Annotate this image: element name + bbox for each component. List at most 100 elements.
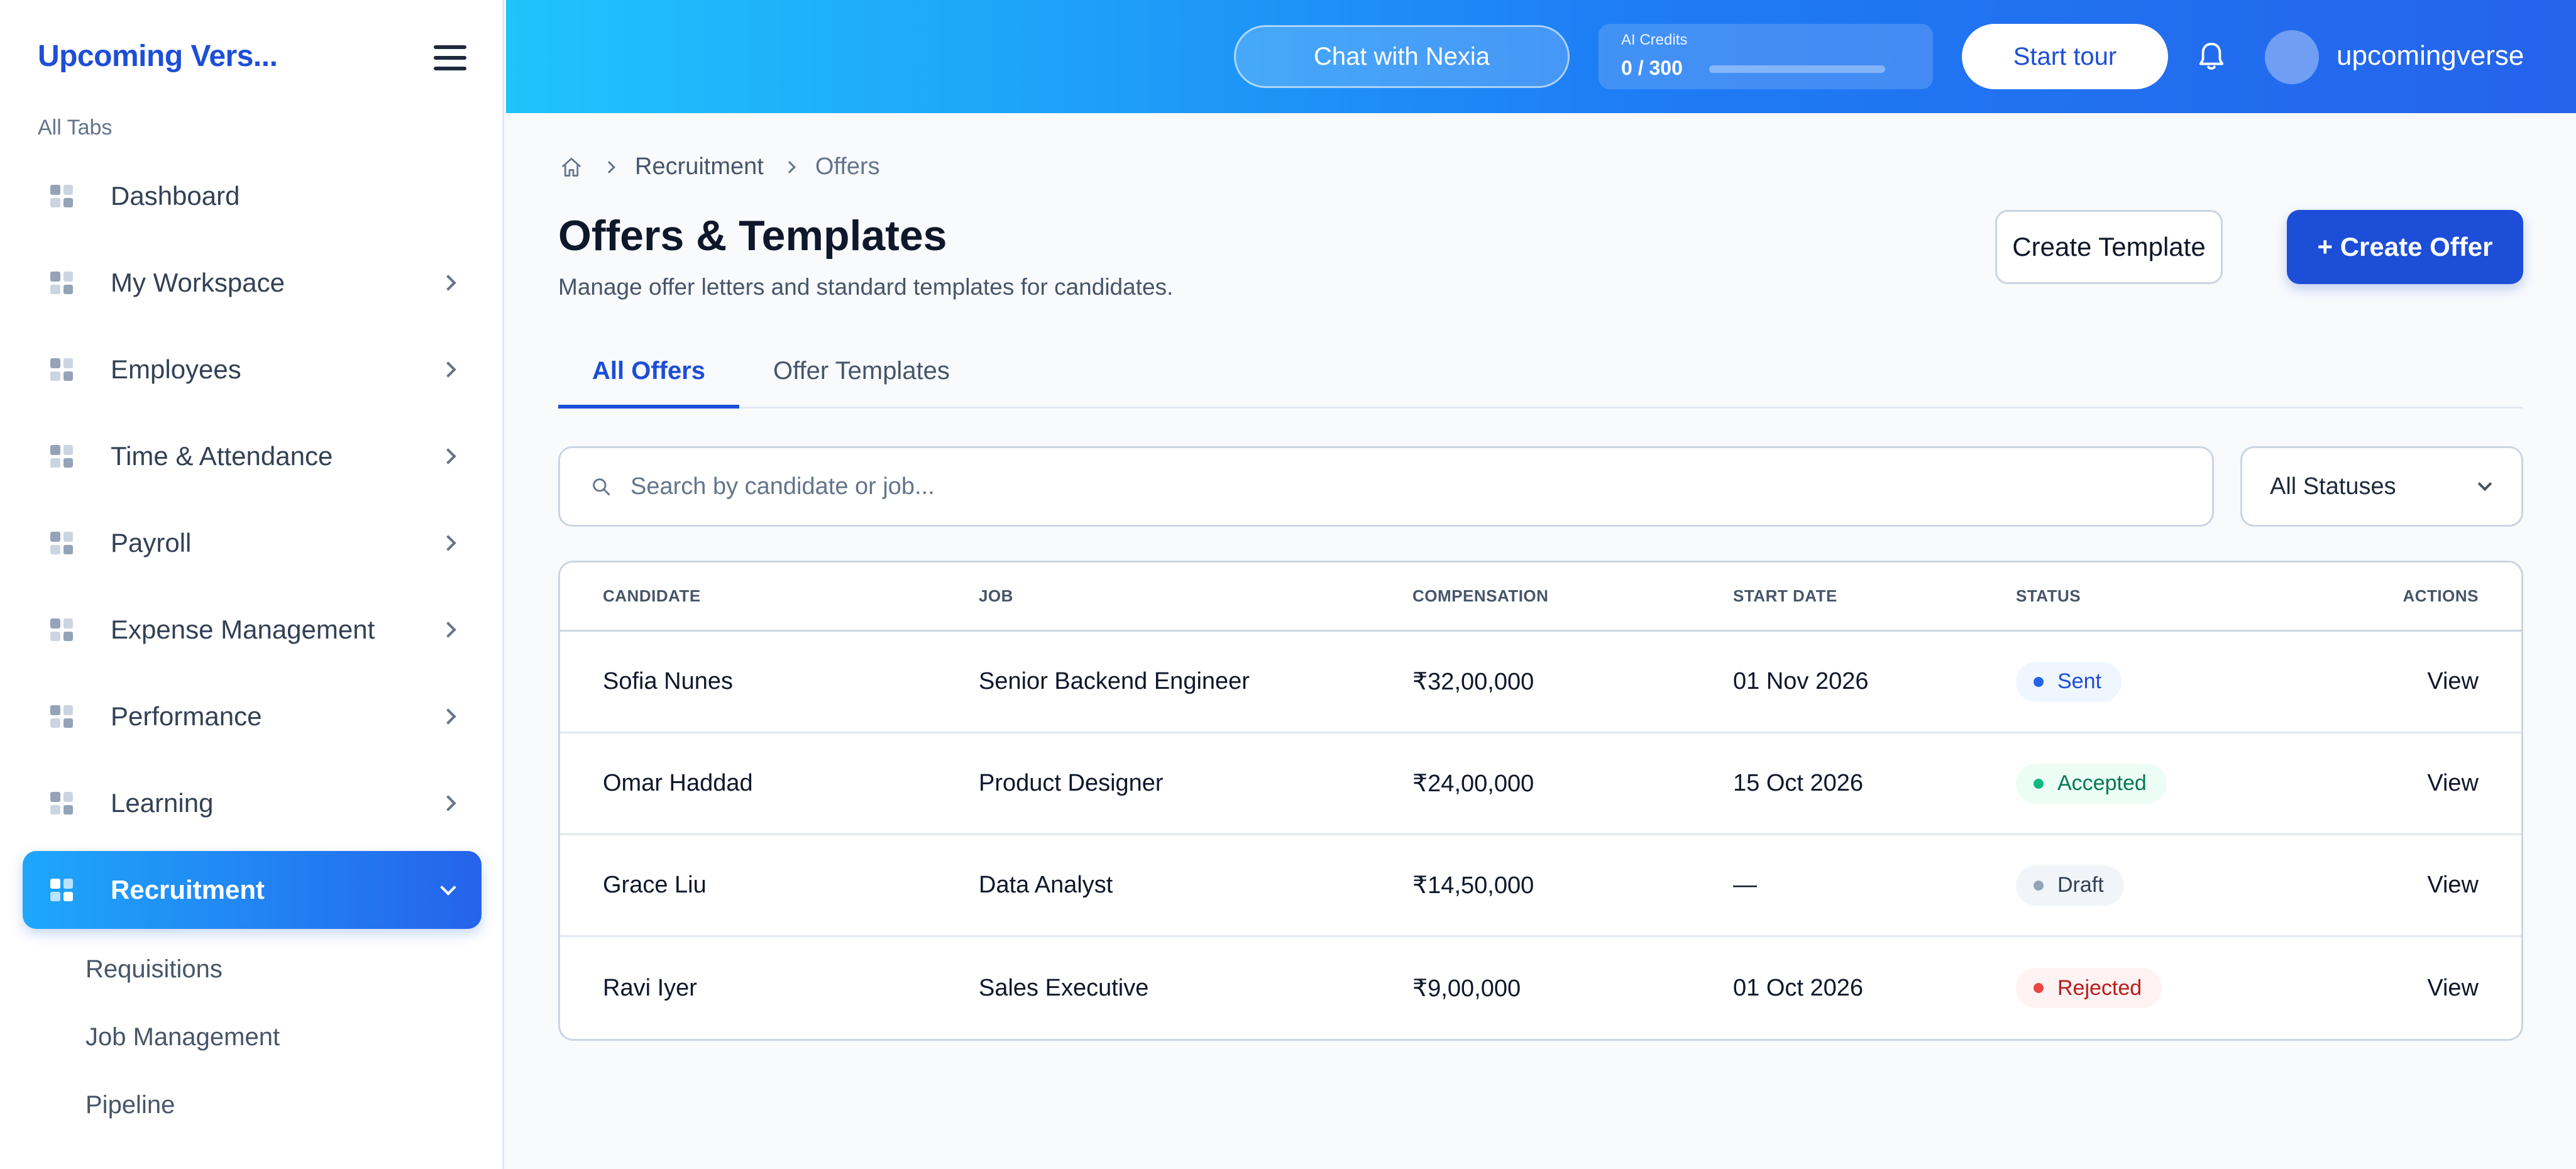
sidebar-item-time-attendance[interactable]: Time & Attendance (23, 417, 482, 495)
table-row[interactable]: Omar Haddad Product Designer ₹24,00,000 … (560, 733, 2521, 835)
status-dot (2034, 880, 2044, 891)
status-badge-label: Sent (2057, 669, 2101, 693)
hamburger-icon[interactable] (434, 45, 466, 70)
tab-bar: All Offers Offer Templates (558, 346, 2523, 409)
sidebar-item-employees[interactable]: Employees (23, 331, 482, 409)
start-date-cell: — (1733, 872, 1757, 898)
top-bar: Chat with Nexia AI Credits 0 / 300 Start… (506, 0, 2576, 113)
sidebar-item-label: Dashboard (111, 181, 240, 211)
table-row[interactable]: Ravi Iyer Sales Executive ₹9,00,000 01 O… (560, 937, 2521, 1039)
create-template-button[interactable]: Create Template (1995, 210, 2223, 284)
compensation-cell: ₹32,00,000 (1412, 669, 1534, 695)
grid-icon (50, 272, 73, 294)
chevron-down-icon (440, 879, 456, 896)
header-actions: ACTIONS (2403, 586, 2479, 605)
view-link[interactable]: View (2427, 770, 2479, 797)
compensation-cell: ₹14,50,000 (1412, 872, 1534, 899)
ai-credits-progress (1709, 65, 1885, 73)
sidebar-item-label: Employees (111, 354, 241, 384)
search-icon (593, 478, 610, 496)
grid-icon (50, 705, 73, 728)
sidebar-item-payroll[interactable]: Payroll (23, 504, 482, 582)
table-row[interactable]: Sofia Nunes Senior Backend Engineer ₹32,… (560, 632, 2521, 733)
status-badge: Sent (2016, 661, 2122, 702)
subnav-item-requisitions[interactable]: Requisitions (85, 948, 280, 1016)
brand-name[interactable]: Upcoming Vers... (38, 39, 278, 74)
compensation-cell: ₹24,00,000 (1412, 771, 1534, 797)
candidate-cell: Omar Haddad (603, 770, 753, 796)
grid-icon (50, 532, 73, 554)
chevron-right-icon (440, 535, 456, 551)
tab-all-offers[interactable]: All Offers (558, 346, 740, 409)
candidate-cell: Grace Liu (603, 872, 707, 898)
chevron-right-icon (440, 448, 456, 464)
sidebar-item-learning[interactable]: Learning (23, 764, 482, 842)
breadcrumb-offers: Offers (815, 153, 880, 180)
recruitment-subnav: Requisitions Job Management Pipeline (85, 948, 280, 1151)
bell-icon[interactable] (2197, 41, 2226, 73)
sidebar-item-label: Time & Attendance (111, 441, 333, 471)
search-box (558, 446, 2214, 527)
view-link[interactable]: View (2427, 872, 2479, 899)
table-header: CANDIDATE JOB COMPENSATION START DATE ST… (560, 563, 2521, 632)
ai-credits-label: AI Credits (1621, 31, 1688, 48)
start-tour-button[interactable]: Start tour (1962, 24, 2168, 89)
username[interactable]: upcomingverse (2337, 40, 2524, 72)
job-cell: Data Analyst (979, 872, 1113, 898)
grid-icon (50, 445, 73, 468)
header-candidate[interactable]: CANDIDATE (603, 586, 701, 606)
status-badge-label: Rejected (2057, 975, 2142, 1000)
header-status[interactable]: STATUS (2016, 586, 2081, 606)
breadcrumb: Recruitment Offers (559, 153, 880, 180)
subnav-item-job-management[interactable]: Job Management (85, 1016, 280, 1084)
chevron-right-icon (440, 275, 456, 291)
header-job[interactable]: JOB (979, 586, 1013, 606)
status-dot (2034, 983, 2044, 993)
status-cell: Sent (2016, 661, 2122, 702)
status-filter-select[interactable]: All Statuses (2240, 446, 2523, 527)
grid-icon (50, 879, 73, 901)
sidebar-item-recruitment[interactable]: Recruitment (23, 851, 482, 929)
compensation-cell: ₹9,00,000 (1412, 975, 1521, 1002)
create-offer-button[interactable]: + Create Offer (2287, 210, 2523, 284)
sidebar-item-label: Expense Management (111, 615, 375, 644)
sidebar-item-my-workspace[interactable]: My Workspace (23, 244, 482, 322)
chevron-right-icon (603, 160, 615, 173)
chevron-down-icon (2477, 476, 2492, 491)
breadcrumb-recruitment[interactable]: Recruitment (635, 153, 764, 180)
sidebar-item-performance[interactable]: Performance (23, 678, 482, 755)
status-badge: Rejected (2016, 968, 2162, 1008)
header-start-date[interactable]: START DATE (1733, 586, 1837, 606)
tab-offer-templates[interactable]: Offer Templates (739, 346, 984, 409)
chat-with-nexia-button[interactable]: Chat with Nexia (1234, 25, 1570, 88)
chevron-right-icon (440, 361, 456, 378)
sidebar-item-label: Learning (111, 788, 214, 818)
sidebar-item-label: Payroll (111, 528, 192, 557)
page-title: Offers & Templates (558, 212, 947, 260)
chevron-right-icon (783, 160, 796, 173)
status-cell: Draft (2016, 865, 2124, 906)
job-cell: Sales Executive (979, 974, 1149, 1001)
header-compensation[interactable]: COMPENSATION (1412, 586, 1548, 606)
view-link[interactable]: View (2427, 975, 2479, 1002)
start-date-cell: 01 Nov 2026 (1733, 668, 1869, 694)
sidebar-item-expense-management[interactable]: Expense Management (23, 591, 482, 669)
ai-credits-value: 0 / 300 (1621, 57, 1683, 79)
search-input[interactable] (630, 473, 2139, 500)
status-dot (2034, 676, 2044, 687)
home-icon[interactable] (559, 156, 583, 178)
subnav-item-pipeline[interactable]: Pipeline (85, 1084, 280, 1151)
sidebar-item-label: My Workspace (111, 268, 285, 297)
status-badge: Accepted (2016, 763, 2167, 804)
start-date-cell: 01 Oct 2026 (1733, 974, 1864, 1001)
grid-icon (50, 792, 73, 815)
grid-icon (50, 358, 73, 381)
sidebar-item-dashboard[interactable]: Dashboard (23, 157, 482, 235)
view-link[interactable]: View (2427, 668, 2479, 695)
avatar[interactable] (2265, 30, 2319, 84)
chevron-right-icon (440, 622, 456, 638)
chevron-right-icon (440, 708, 456, 725)
table-row[interactable]: Grace Liu Data Analyst ₹14,50,000 — Draf… (560, 835, 2521, 937)
status-filter-value: All Statuses (2270, 473, 2396, 500)
status-badge-label: Draft (2057, 873, 2104, 897)
